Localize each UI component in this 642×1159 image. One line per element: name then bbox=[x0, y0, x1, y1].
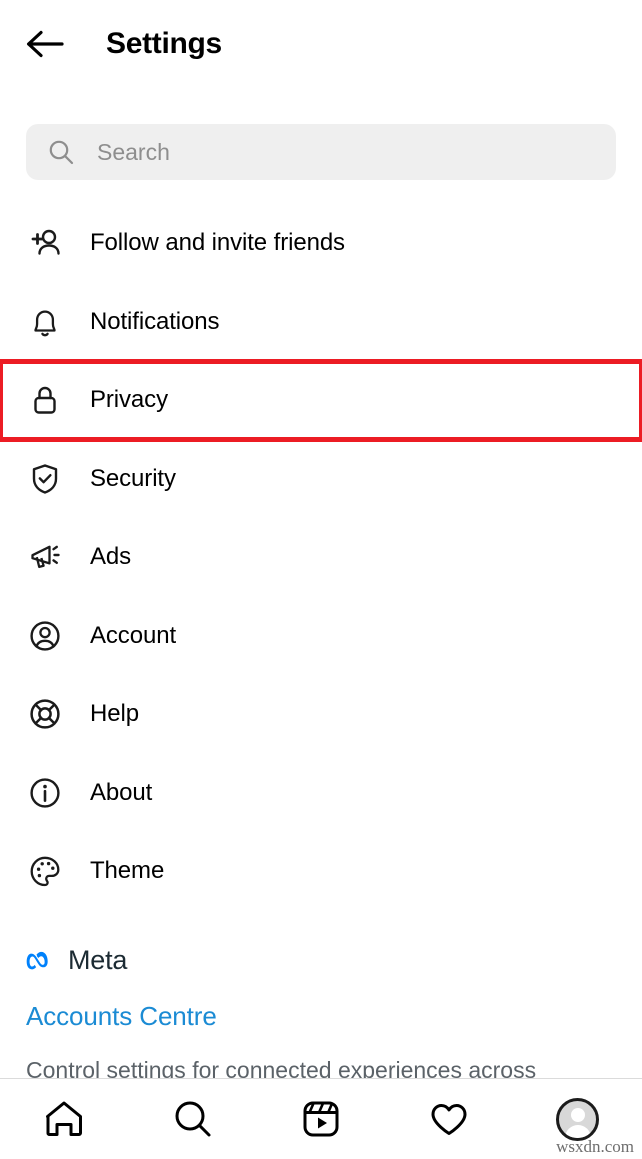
settings-item-account[interactable]: Account bbox=[0, 596, 642, 675]
heart-icon bbox=[431, 1104, 467, 1135]
palette-icon bbox=[26, 852, 64, 890]
avatar-icon bbox=[556, 1097, 600, 1141]
settings-item-label: Account bbox=[90, 621, 177, 649]
search-bar[interactable] bbox=[26, 124, 616, 180]
settings-item-ads[interactable]: Ads bbox=[0, 518, 642, 597]
person-plus-icon bbox=[26, 224, 64, 262]
settings-item-label: Follow and invite friends bbox=[90, 229, 345, 257]
settings-item-theme[interactable]: Theme bbox=[0, 832, 642, 911]
settings-item-label: Security bbox=[90, 464, 176, 492]
search-box[interactable] bbox=[26, 124, 616, 180]
meta-brand-label: Meta bbox=[68, 944, 128, 975]
life-ring-icon bbox=[26, 695, 64, 733]
nav-item-reels[interactable] bbox=[257, 1079, 385, 1159]
settings-item-privacy[interactable]: Privacy bbox=[0, 359, 642, 442]
nav-item-activity[interactable] bbox=[385, 1079, 513, 1159]
lock-icon bbox=[26, 381, 64, 419]
arrow-left-icon bbox=[27, 30, 64, 58]
meta-section: Meta Accounts Centre Control settings fo… bbox=[26, 938, 626, 1086]
back-button[interactable] bbox=[13, 12, 77, 76]
page-title: Settings bbox=[106, 27, 222, 60]
settings-item-notifications[interactable]: Notifications bbox=[0, 282, 642, 361]
accounts-centre-link[interactable]: Accounts Centre bbox=[26, 1001, 626, 1032]
home-icon bbox=[46, 1101, 83, 1136]
settings-item-label: Privacy bbox=[90, 386, 168, 414]
app-header: Settings bbox=[0, 0, 642, 88]
settings-item-help[interactable]: Help bbox=[0, 675, 642, 754]
meta-brand: Meta bbox=[26, 938, 626, 982]
settings-item-label: Help bbox=[90, 700, 139, 728]
shield-check-icon bbox=[26, 460, 64, 498]
settings-item-about[interactable]: About bbox=[0, 753, 642, 832]
nav-item-home[interactable] bbox=[0, 1079, 128, 1159]
settings-item-label: Ads bbox=[90, 543, 132, 571]
nav-item-profile[interactable] bbox=[514, 1079, 642, 1159]
settings-screen: Settings Follow and invite friends bbox=[0, 0, 642, 1159]
settings-item-label: About bbox=[90, 778, 153, 806]
settings-item-label: Notifications bbox=[90, 307, 220, 335]
search-input[interactable] bbox=[97, 138, 577, 166]
nav-item-search[interactable] bbox=[128, 1079, 256, 1159]
info-circle-icon bbox=[26, 774, 64, 812]
search-icon bbox=[49, 140, 74, 165]
settings-item-follow-and-invite-friends[interactable]: Follow and invite friends bbox=[0, 204, 642, 283]
settings-item-security[interactable]: Security bbox=[0, 439, 642, 518]
bottom-navigation-bar bbox=[0, 1078, 642, 1159]
settings-list: Follow and invite friends Notifications … bbox=[0, 204, 642, 911]
bell-icon bbox=[26, 303, 64, 341]
settings-item-label: Theme bbox=[90, 857, 165, 885]
reels-icon bbox=[303, 1101, 339, 1137]
megaphone-icon bbox=[26, 538, 64, 576]
user-circle-icon bbox=[26, 617, 64, 655]
search-icon bbox=[175, 1101, 211, 1137]
meta-infinity-icon bbox=[26, 951, 48, 970]
